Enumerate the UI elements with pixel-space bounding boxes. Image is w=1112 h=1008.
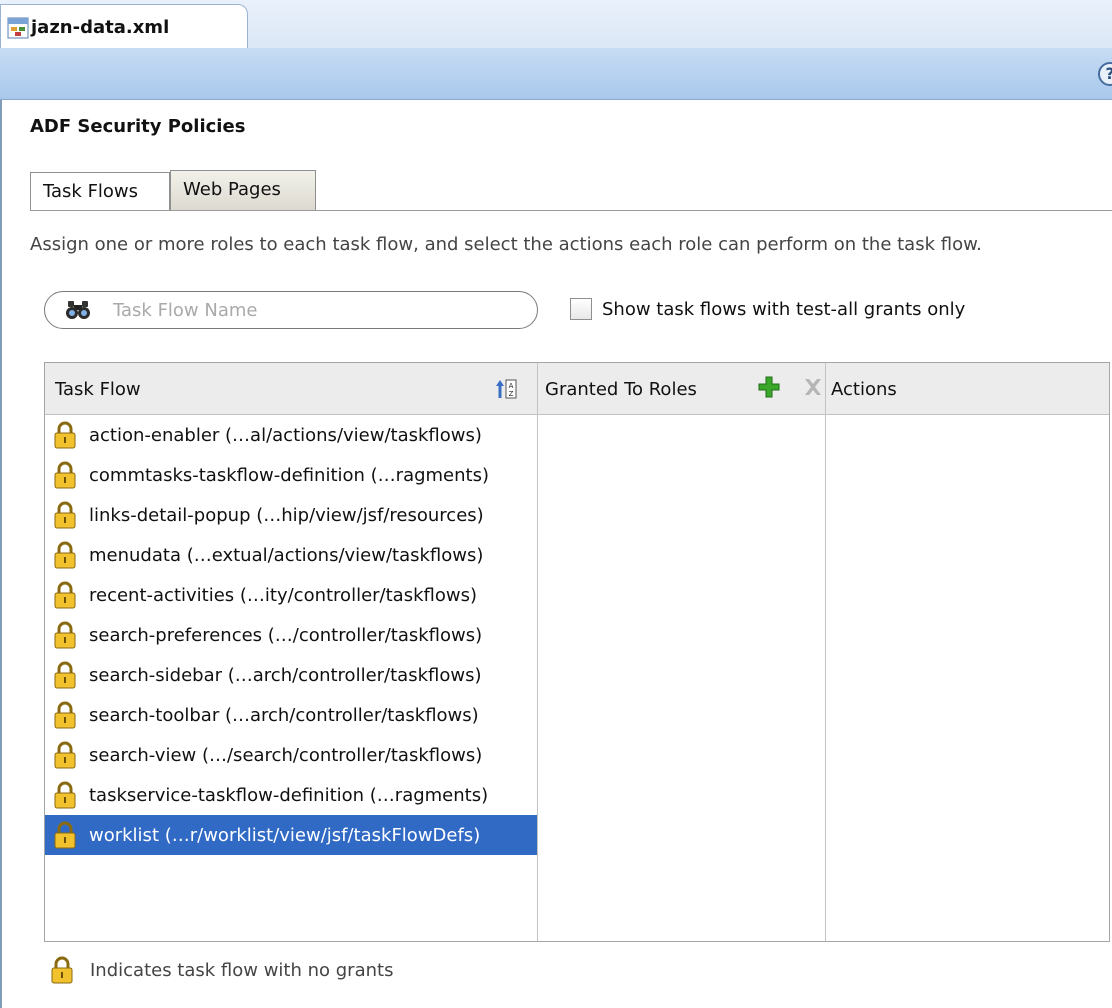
editor-tabstrip: jazn-data.xml: [0, 0, 1112, 50]
test-all-checkbox-label: Show task flows with test-all grants onl…: [602, 298, 966, 320]
editor-tab-label: jazn-data.xml: [31, 17, 170, 38]
table-row[interactable]: worklist (…r/worklist/view/jsf/taskFlowD…: [45, 815, 537, 855]
table-row[interactable]: taskservice-taskflow-definition (…ragmen…: [45, 775, 537, 815]
lock-icon: [54, 581, 76, 609]
test-all-checkbox[interactable]: [570, 298, 592, 320]
table-row[interactable]: action-enabler (…al/actions/view/taskflo…: [45, 415, 537, 455]
table-row[interactable]: search-preferences (…/controller/taskflo…: [45, 615, 537, 655]
test-all-filter[interactable]: Show task flows with test-all grants onl…: [570, 298, 965, 320]
lock-icon: [54, 781, 76, 809]
add-plus-icon[interactable]: [757, 375, 781, 399]
lock-icon: [54, 821, 76, 849]
column-divider: [537, 363, 538, 941]
table-header: Task Flow A Z Granted To Roles Actions: [45, 363, 1109, 415]
lock-icon: [54, 621, 76, 649]
task-flow-name: recent-activities (…ity/controller/taskf…: [89, 584, 477, 606]
lock-icon: [54, 741, 76, 769]
lock-icon: [54, 661, 76, 689]
svg-text:Z: Z: [509, 390, 514, 398]
table-row[interactable]: menudata (…extual/actions/view/taskflows…: [45, 535, 537, 575]
lock-icon: [54, 461, 76, 489]
task-flow-table: Task Flow A Z Granted To Roles Actions a…: [44, 362, 1110, 942]
tab-task-flows[interactable]: Task Flows: [30, 172, 170, 210]
remove-x-icon[interactable]: [802, 375, 824, 399]
editor-header-bar: ?: [0, 48, 1112, 100]
search-input[interactable]: [111, 298, 491, 322]
lock-icon: [54, 501, 76, 529]
editor-tab-jazn-data[interactable]: jazn-data.xml: [0, 4, 248, 50]
task-flow-name: links-detail-popup (…hip/view/jsf/resour…: [89, 504, 484, 526]
page-title: ADF Security Policies: [30, 116, 246, 137]
table-row[interactable]: recent-activities (…ity/controller/taskf…: [45, 575, 537, 615]
tab-web-pages[interactable]: Web Pages: [170, 170, 316, 210]
legend-label: Indicates task flow with no grants: [90, 959, 394, 981]
table-row[interactable]: search-view (…/search/controller/taskflo…: [45, 735, 537, 775]
task-flow-name: search-preferences (…/controller/taskflo…: [89, 624, 483, 646]
lock-icon: [54, 701, 76, 729]
sort-az-icon[interactable]: A Z: [495, 378, 517, 400]
task-flow-name: taskservice-taskflow-definition (…ragmen…: [89, 784, 489, 806]
column-header-granted-to-roles: Granted To Roles: [545, 378, 697, 400]
task-flow-name: search-view (…/search/controller/taskflo…: [89, 744, 483, 766]
table-row[interactable]: search-toolbar (…arch/controller/taskflo…: [45, 695, 537, 735]
column-header-task-flow: Task Flow: [55, 378, 141, 400]
task-flow-list: action-enabler (…al/actions/view/taskflo…: [45, 415, 537, 855]
column-divider: [825, 363, 826, 941]
legend: Indicates task flow with no grants: [50, 956, 393, 984]
task-flow-name: search-toolbar (…arch/controller/taskflo…: [89, 704, 479, 726]
lock-icon: [54, 421, 76, 449]
task-flow-search[interactable]: [44, 291, 538, 329]
binoculars-icon[interactable]: [65, 299, 91, 321]
table-row[interactable]: links-detail-popup (…hip/view/jsf/resour…: [45, 495, 537, 535]
task-flow-name: menudata (…extual/actions/view/taskflows…: [89, 544, 484, 566]
task-flow-name: worklist (…r/worklist/view/jsf/taskFlowD…: [89, 824, 481, 846]
help-icon[interactable]: ?: [1098, 62, 1112, 86]
table-row[interactable]: commtasks-taskflow-definition (…ragments…: [45, 455, 537, 495]
table-row[interactable]: search-sidebar (…arch/controller/taskflo…: [45, 655, 537, 695]
xml-file-icon: [7, 17, 29, 38]
left-border: [0, 100, 2, 1008]
column-header-actions: Actions: [831, 378, 897, 400]
task-flow-name: search-sidebar (…arch/controller/taskflo…: [89, 664, 482, 686]
task-flow-name: action-enabler (…al/actions/view/taskflo…: [89, 424, 482, 446]
task-flow-name: commtasks-taskflow-definition (…ragments…: [89, 464, 489, 486]
instructions-text: Assign one or more roles to each task fl…: [30, 234, 982, 255]
svg-text:A: A: [509, 382, 514, 390]
lock-icon: [51, 956, 73, 984]
tab-divider: [30, 210, 1112, 211]
lock-icon: [54, 541, 76, 569]
